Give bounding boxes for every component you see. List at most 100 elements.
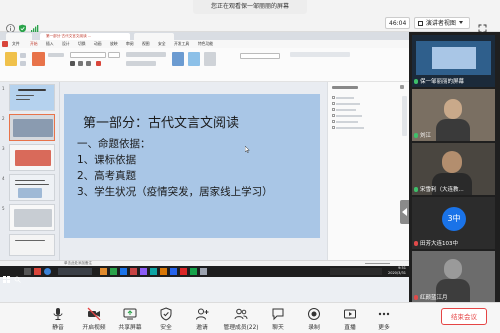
search-icon[interactable] (14, 268, 21, 283)
document-tab-title: 第一部分·古代文言文阅读 ... (46, 34, 92, 38)
menu-view[interactable]: 视图 (142, 41, 150, 47)
app-taskbar-icon[interactable] (58, 268, 92, 275)
microphone-muted-icon (414, 294, 418, 300)
menu-insert[interactable]: 插入 (46, 41, 54, 47)
info-icon[interactable] (6, 18, 15, 33)
slide-thumbnail-6[interactable] (9, 234, 55, 256)
speaker-view-button[interactable]: 演讲者视图 (414, 17, 470, 29)
bold-button[interactable] (70, 61, 75, 66)
menu-design[interactable]: 设计 (62, 41, 70, 47)
chat-button[interactable]: 聊天 (258, 306, 298, 333)
slide-text-line: 一、命题依据： (77, 138, 151, 150)
windows-start-icon[interactable] (3, 268, 10, 283)
menu-security[interactable]: 安全 (158, 41, 166, 47)
pane-side-icons[interactable] (402, 96, 407, 136)
paste-button[interactable] (5, 52, 17, 66)
italic-button[interactable] (78, 61, 83, 66)
zoom-slider[interactable] (365, 263, 390, 264)
font-name-select[interactable] (70, 52, 106, 58)
security-shield-icon[interactable] (18, 18, 27, 33)
shape-button[interactable] (188, 52, 200, 66)
wps-document-tab[interactable]: 第一部分·古代文言文阅读 ... (40, 33, 130, 40)
menu-file[interactable]: 文件 (12, 41, 20, 47)
app-taskbar-icon[interactable] (140, 268, 147, 275)
menu-review[interactable]: 审阅 (126, 41, 134, 47)
participant-tile[interactable]: 宋雪利（大连教... (412, 143, 495, 195)
slide-thumbnail-5[interactable] (9, 204, 55, 231)
app-taskbar-icon[interactable] (160, 268, 167, 275)
menu-features[interactable]: 特色功能 (198, 41, 213, 47)
font-size-select[interactable] (108, 52, 120, 58)
current-slide[interactable]: 第一部分：古代文言文阅读 一、命题依据： 1、课标依据 2、高考真题 3、学生状… (64, 94, 320, 238)
tray-icons[interactable] (330, 268, 382, 275)
menu-slideshow[interactable]: 放映 (110, 41, 118, 47)
browser-taskbar-icon[interactable] (44, 268, 51, 275)
menu-animation[interactable]: 动画 (94, 41, 102, 47)
app-taskbar-icon[interactable] (170, 268, 177, 275)
fullscreen-icon[interactable] (478, 18, 487, 33)
participant-tile[interactable]: 保一邹丽丽的屏幕 (412, 35, 495, 87)
paragraph-align-group[interactable] (126, 52, 166, 57)
menu-transition[interactable]: 切换 (78, 41, 86, 47)
mute-label: 静音 (52, 325, 64, 331)
app-taskbar-icon[interactable] (180, 268, 187, 275)
record-button[interactable]: 录制 (294, 306, 334, 333)
layout-button[interactable] (48, 53, 64, 57)
slide-thumbnail-4[interactable] (9, 174, 55, 201)
speaker-view-label: 演讲者视图 (425, 20, 456, 27)
start-video-button[interactable]: 开启视频 (74, 306, 114, 333)
security-button[interactable]: 安全 (146, 306, 186, 333)
copy-icon[interactable] (20, 61, 26, 66)
participant-name-text: 红颜蓝江月 (420, 295, 448, 301)
participant-tile[interactable]: 刘江 (412, 89, 495, 141)
slide-thumbnail-1[interactable] (9, 84, 55, 111)
textbox-button[interactable] (172, 52, 184, 66)
app-taskbar-icon[interactable] (100, 268, 107, 275)
app-taskbar-icon[interactable] (190, 268, 197, 275)
participant-tile[interactable]: 红颜蓝江月 (412, 251, 495, 303)
new-slide-button[interactable] (32, 52, 45, 66)
slide-thumbnail-3[interactable] (9, 144, 55, 171)
menu-developer[interactable]: 开发工具 (174, 41, 189, 47)
share-screen-button[interactable]: 共享屏幕 (110, 306, 150, 333)
mute-button[interactable]: 静音 (38, 306, 78, 333)
end-meeting-button[interactable]: 结束会议 (441, 308, 487, 325)
pane-option-checkbox[interactable] (332, 108, 335, 111)
app-taskbar-icon[interactable] (120, 268, 127, 275)
pane-option-checkbox[interactable] (332, 126, 335, 129)
app-taskbar-icon[interactable] (200, 268, 207, 275)
pane-close-icon[interactable] (400, 85, 404, 89)
wps-taskbar-icon[interactable] (34, 268, 41, 275)
pane-option (336, 97, 354, 99)
arrange-button[interactable] (204, 52, 216, 66)
search-box[interactable] (240, 53, 280, 59)
participant-name: 红颜蓝江月 (414, 293, 448, 301)
cut-icon[interactable] (20, 53, 26, 58)
more-button[interactable]: 更多 (364, 306, 404, 333)
wps-second-tab[interactable] (134, 33, 174, 40)
ribbon-tool-group[interactable] (290, 52, 350, 57)
app-taskbar-icon[interactable] (110, 268, 117, 275)
pane-option-checkbox[interactable] (332, 96, 335, 99)
pane-option-checkbox[interactable] (332, 114, 335, 117)
invite-button[interactable]: 邀请 (182, 306, 222, 333)
bullet-list-group[interactable] (126, 61, 156, 66)
collapse-panel-button[interactable] (400, 200, 409, 224)
underline-button[interactable] (86, 61, 91, 66)
participant-tile[interactable]: 3中 田芳大连103中 (412, 197, 495, 249)
font-color-button[interactable] (96, 61, 101, 66)
thumb-image (13, 119, 53, 137)
wps-home-tab[interactable] (6, 33, 32, 40)
slide-number: 1 (2, 86, 5, 91)
pane-option-checkbox[interactable] (332, 102, 335, 105)
slide-thumbnail-2[interactable] (9, 114, 55, 141)
app-taskbar-icon[interactable] (150, 268, 157, 275)
app-taskbar-icon[interactable] (130, 268, 137, 275)
signal-icon[interactable] (30, 18, 39, 32)
thumb-image (18, 188, 42, 198)
taskview-icon[interactable] (24, 268, 31, 275)
slide-number: 2 (2, 116, 5, 121)
pane-option-checkbox[interactable] (332, 120, 335, 123)
microphone-icon (414, 132, 418, 138)
menu-home[interactable]: 开始 (30, 41, 38, 47)
